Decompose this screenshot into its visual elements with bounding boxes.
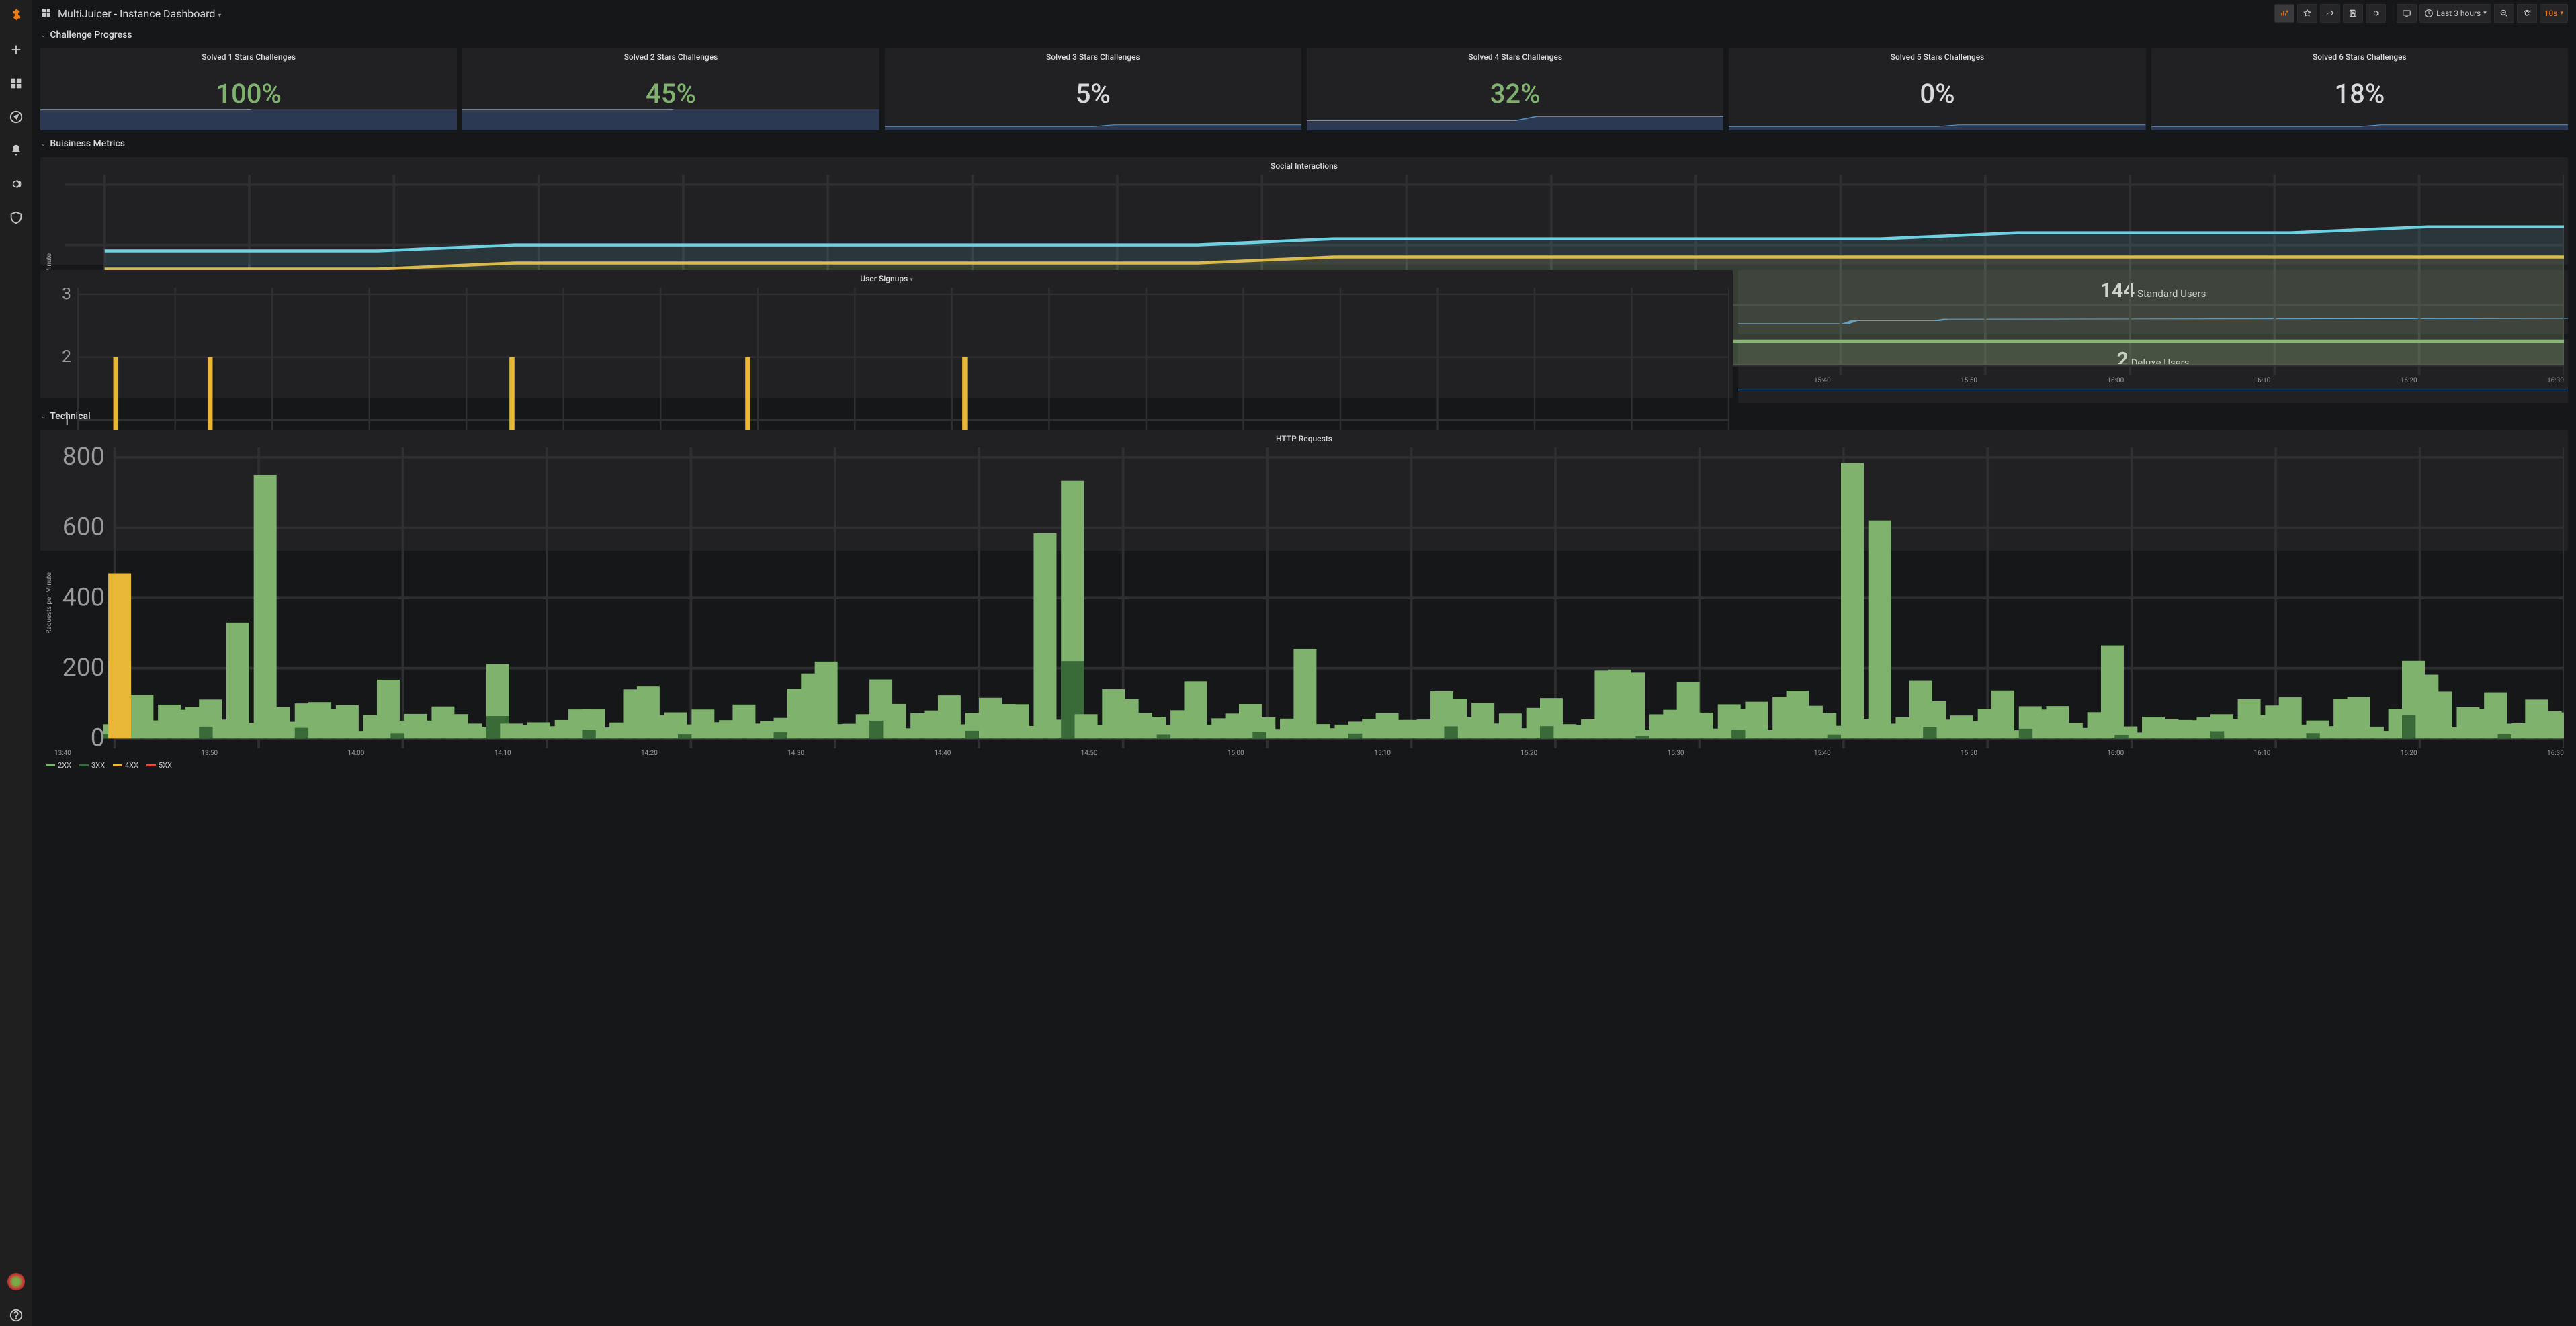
time-range-picker[interactable]: Last 3 hours▾	[2419, 4, 2491, 23]
share-button[interactable]	[2320, 4, 2340, 23]
save-button[interactable]	[2343, 4, 2363, 23]
panel-solved-5-stars[interactable]: Solved 5 Stars Challenges 0%	[1729, 48, 2145, 130]
svg-text:600: 600	[62, 513, 105, 542]
compass-icon[interactable]	[5, 106, 27, 128]
svg-text:3: 3	[62, 288, 71, 304]
svg-text:1: 1	[62, 410, 71, 430]
row-business-metrics[interactable]: ⌄ Buisiness Metrics	[40, 136, 2568, 152]
svg-text:200: 200	[62, 653, 105, 682]
panel-social-interactions[interactable]: Social Interactions Orders per Minute 01…	[40, 157, 2568, 265]
svg-text:800: 800	[62, 447, 105, 472]
panel-solved-2-stars[interactable]: Solved 2 Stars Challenges 45%	[462, 48, 879, 130]
help-icon[interactable]	[5, 1305, 27, 1326]
topbar: MultiJuicer - Instance Dashboard▾ Last 3…	[32, 0, 2576, 27]
grafana-logo[interactable]	[5, 5, 27, 27]
tv-mode-button[interactable]	[2397, 4, 2417, 23]
panel-solved-6-stars[interactable]: Solved 6 Stars Challenges 18%	[2151, 48, 2568, 130]
panel-solved-3-stars[interactable]: Solved 3 Stars Challenges 5%	[885, 48, 1301, 130]
legend-2XX[interactable]: 2XX	[46, 761, 71, 770]
panel-user-signups[interactable]: User Signups▾ 0123 13:4013:5014:0014:101…	[40, 270, 1733, 398]
svg-text:0: 0	[91, 723, 105, 748]
nav-sidebar	[0, 0, 32, 1326]
bell-icon[interactable]	[5, 140, 27, 161]
avatar[interactable]	[5, 1271, 27, 1292]
add-panel-button[interactable]	[2274, 4, 2294, 23]
legend-3XX[interactable]: 3XX	[79, 761, 105, 770]
refresh-button[interactable]	[2517, 4, 2537, 23]
dashboard-title[interactable]: MultiJuicer - Instance Dashboard▾	[58, 7, 221, 20]
legend-4XX[interactable]: 4XX	[113, 761, 138, 770]
star-button[interactable]	[2297, 4, 2317, 23]
row-challenge-progress[interactable]: ⌄ Challenge Progress	[40, 27, 2568, 43]
panel-solved-1-stars[interactable]: Solved 1 Stars Challenges 100%	[40, 48, 457, 130]
settings-button[interactable]	[2366, 4, 2386, 23]
apps-icon[interactable]	[5, 73, 27, 94]
zoom-out-button[interactable]	[2494, 4, 2514, 23]
plus-icon[interactable]	[5, 39, 27, 60]
panel-http-requests[interactable]: HTTP Requests Requests per Minute 020040…	[40, 430, 2568, 551]
svg-text:400: 400	[62, 582, 105, 612]
chevron-down-icon: ⌄	[40, 140, 46, 148]
panel-solved-4-stars[interactable]: Solved 4 Stars Challenges 32%	[1307, 48, 1723, 130]
shield-icon[interactable]	[5, 207, 27, 228]
dashboards-icon[interactable]	[40, 7, 52, 21]
refresh-interval[interactable]: 10s▾	[2540, 4, 2568, 23]
chevron-down-icon: ⌄	[40, 32, 46, 39]
gear-icon[interactable]	[5, 173, 27, 195]
legend-5XX[interactable]: 5XX	[146, 761, 172, 770]
svg-text:2: 2	[62, 347, 71, 367]
